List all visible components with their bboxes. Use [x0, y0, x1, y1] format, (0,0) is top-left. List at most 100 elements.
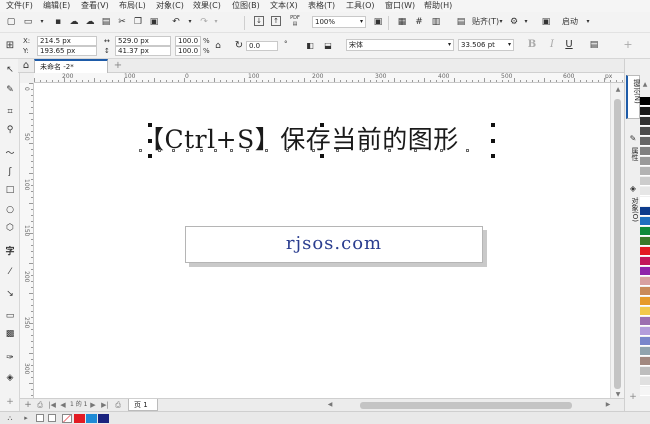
- text-node[interactable]: [414, 149, 417, 152]
- menu-bitmap[interactable]: 位图(B): [232, 0, 260, 12]
- text-node[interactable]: [440, 149, 443, 152]
- scroll-left-icon[interactable]: ◀: [324, 399, 336, 411]
- document-tab[interactable]: 未命名 -2*: [34, 59, 108, 73]
- save-icon[interactable]: ▪: [52, 16, 64, 28]
- color-swatch[interactable]: [640, 117, 650, 126]
- guidelines-icon[interactable]: ▥: [430, 16, 442, 28]
- selection-handle[interactable]: [148, 139, 152, 143]
- document-palette-icon[interactable]: ⛬: [4, 412, 16, 424]
- color-swatch[interactable]: [640, 157, 650, 166]
- width-field[interactable]: 529.0 px: [115, 36, 171, 46]
- crop-tool-icon[interactable]: ⌗: [3, 105, 17, 119]
- undo-icon[interactable]: ↶: [170, 16, 182, 28]
- underline-button[interactable]: U: [563, 39, 575, 51]
- fill-tool-icon[interactable]: ◈: [3, 371, 17, 385]
- text-node[interactable]: [312, 149, 315, 152]
- rectangle-tool-icon[interactable]: □: [3, 183, 17, 197]
- none-color-swatch[interactable]: [62, 414, 72, 423]
- eyedropper-tool-icon[interactable]: ✑: [3, 351, 17, 365]
- text-node[interactable]: [362, 149, 365, 152]
- connector-tool-icon[interactable]: ⁄: [3, 265, 17, 279]
- selected-text-object[interactable]: 【Ctrl+S】保存当前的图形: [139, 121, 511, 161]
- launch-dropdown-icon[interactable]: ▾: [582, 16, 594, 28]
- color-swatch[interactable]: [640, 97, 650, 106]
- rotation-field[interactable]: 0.0: [246, 41, 278, 51]
- vertical-scroll-thumb[interactable]: [614, 99, 621, 389]
- text-node[interactable]: [214, 149, 217, 152]
- options-gear-icon[interactable]: ⚙: [508, 16, 520, 28]
- document-color-swatch[interactable]: [86, 414, 97, 423]
- cut-icon[interactable]: ✂: [116, 16, 128, 28]
- selection-handle[interactable]: [491, 154, 495, 158]
- palette-scroll-up-icon[interactable]: ▲: [639, 79, 650, 91]
- color-swatch[interactable]: [640, 337, 650, 346]
- color-swatch[interactable]: [640, 207, 650, 216]
- color-swatch[interactable]: [640, 367, 650, 376]
- mirror-vertical-icon[interactable]: ⬓: [322, 40, 334, 52]
- color-swatch[interactable]: [640, 217, 650, 226]
- open-folder-icon[interactable]: ▭: [22, 16, 34, 28]
- scale-y-field[interactable]: 100.0: [175, 46, 201, 56]
- y-position-field[interactable]: 193.65 px: [37, 46, 97, 56]
- import-icon[interactable]: ↓: [254, 16, 264, 26]
- menu-text[interactable]: 文本(X): [270, 0, 298, 12]
- selection-handle[interactable]: [148, 123, 152, 127]
- menu-window[interactable]: 窗口(W): [385, 0, 415, 12]
- selection-handle[interactable]: [491, 123, 495, 127]
- rulers-icon[interactable]: ▦: [396, 16, 408, 28]
- cloud-download-icon[interactable]: ☁: [84, 16, 96, 28]
- grid-icon[interactable]: #: [413, 16, 425, 28]
- color-swatch[interactable]: [640, 387, 650, 396]
- docker-tab-hints[interactable]: 提示(N): [626, 75, 641, 119]
- text-node[interactable]: [246, 149, 249, 152]
- scroll-right-icon[interactable]: ▶: [602, 399, 614, 411]
- transparency-tool-icon[interactable]: ▩: [3, 327, 17, 341]
- color-swatch[interactable]: [640, 227, 650, 236]
- zoom-level-select[interactable]: 100% ▾: [312, 16, 366, 28]
- zoom-tool-icon[interactable]: ⚲: [3, 123, 17, 137]
- print-icon[interactable]: ▤: [100, 16, 112, 28]
- color-swatch[interactable]: [640, 267, 650, 276]
- mirror-horizontal-icon[interactable]: ◧: [304, 40, 316, 52]
- color-swatch[interactable]: [640, 327, 650, 336]
- vertical-scrollbar[interactable]: ▲ ▼: [610, 83, 624, 401]
- color-swatch[interactable]: [640, 137, 650, 146]
- full-screen-icon[interactable]: ▣: [372, 16, 384, 28]
- pdf-export-icon[interactable]: PDF ▤: [289, 15, 301, 27]
- export-icon[interactable]: ↑: [271, 16, 281, 26]
- menu-layout[interactable]: 布局(L): [119, 0, 146, 12]
- x-position-field[interactable]: 214.5 px: [37, 36, 97, 46]
- menu-object[interactable]: 对象(C): [156, 0, 184, 12]
- watermark-box[interactable]: rjsos.com: [185, 226, 483, 263]
- cloud-upload-icon[interactable]: ☁: [68, 16, 80, 28]
- docker-tab-properties[interactable]: 属性: [626, 145, 640, 173]
- object-origin-icon[interactable]: ⊞: [4, 40, 16, 52]
- color-swatch[interactable]: [640, 357, 650, 366]
- options-dropdown-icon[interactable]: ▾: [520, 16, 532, 28]
- bold-button[interactable]: B: [526, 39, 538, 51]
- next-page-icon[interactable]: ▶: [87, 399, 99, 411]
- add-docker-icon[interactable]: +: [627, 391, 639, 403]
- color-swatch[interactable]: [640, 287, 650, 296]
- launch-label[interactable]: 启动: [562, 17, 578, 27]
- new-document-icon[interactable]: ▢: [5, 16, 17, 28]
- ellipse-tool-icon[interactable]: ○: [3, 203, 17, 217]
- text-node[interactable]: [388, 149, 391, 152]
- text-node[interactable]: [265, 149, 268, 152]
- text-tool-icon[interactable]: 字: [3, 245, 17, 259]
- height-field[interactable]: 41.37 px: [115, 46, 171, 56]
- scroll-up-icon[interactable]: ▲: [612, 84, 624, 96]
- polygon-tool-icon[interactable]: ⬡: [3, 221, 17, 235]
- snap-dropdown-icon[interactable]: ▾: [495, 16, 507, 28]
- snap-icon[interactable]: ▤: [455, 16, 467, 28]
- color-swatch[interactable]: [640, 187, 650, 196]
- palette-dropdown-icon[interactable]: ▸: [20, 412, 32, 424]
- drop-shadow-tool-icon[interactable]: ▭: [3, 309, 17, 323]
- horizontal-scroll-thumb[interactable]: [360, 402, 572, 409]
- redo-dropdown-icon[interactable]: ▾: [210, 16, 222, 28]
- add-tool-icon[interactable]: +: [3, 395, 17, 409]
- page-options-icon[interactable]: ⎙: [34, 399, 46, 411]
- color-swatch[interactable]: [640, 147, 650, 156]
- color-swatch[interactable]: [640, 107, 650, 116]
- last-page-icon[interactable]: ▶|: [99, 399, 111, 411]
